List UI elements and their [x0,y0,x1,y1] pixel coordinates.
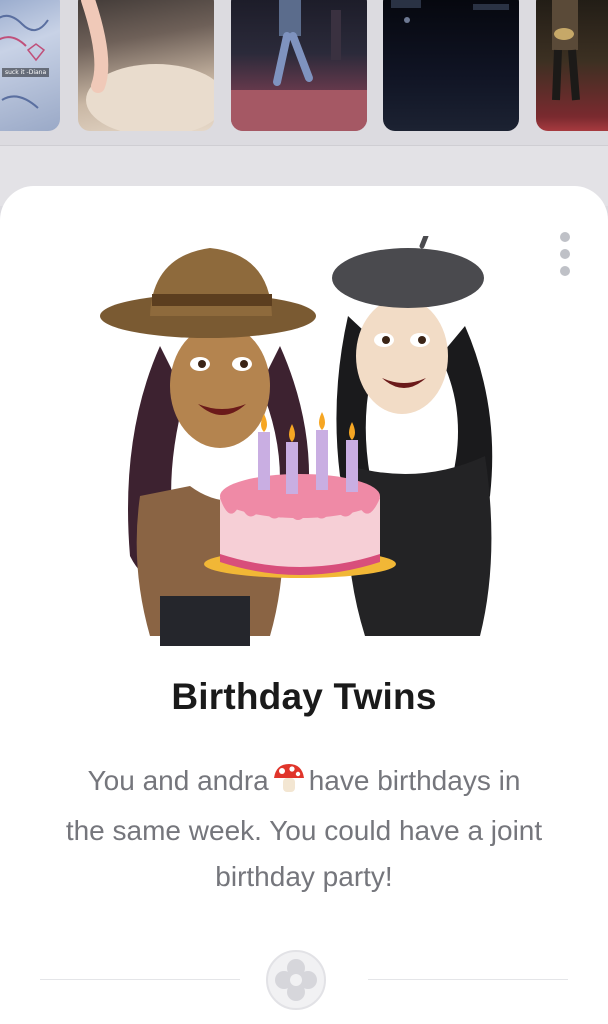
thumbnail-caption: suck it -Diana [2,68,50,77]
body-line-1-start: You and andra [87,765,269,796]
screen: suck it -Diana Birthday Twins You and an… [0,0,608,1024]
dark-stage-photo-icon [391,0,509,23]
card-body: You and andra have birthdays in the same … [20,758,588,900]
thumbnail-guitarist[interactable] [536,0,608,131]
body-line-3: birthday party! [215,861,393,892]
thumbnail-stage-performer[interactable] [231,0,367,131]
bitmoji-birthday-illustration [100,236,493,646]
thumbnail-strip: suck it -Diana [0,0,608,140]
body-line-1-end: have birthdays in [308,765,521,796]
menu-dot [560,266,570,276]
notebook-doodle-icon [0,14,49,109]
guitarist-photo-icon [552,0,580,101]
thumbnail-cat[interactable] [78,0,214,131]
card-title: Birthday Twins [171,676,437,717]
friendship-charm-icon [266,950,326,1010]
divider-right [368,979,568,980]
menu-dot [560,232,570,242]
birthday-card: Birthday Twins You and andra have birthda… [0,186,608,1024]
cat-photo-icon [81,0,214,131]
thumbnail-notebook[interactable]: suck it -Diana [0,0,60,131]
body-line-2: the same week. You could have a joint [65,815,543,846]
menu-dot [560,249,570,259]
divider-left [40,979,240,980]
mushroom-emoji-icon [272,762,306,808]
thumbnail-dark-stage[interactable] [383,0,519,131]
more-vertical-icon[interactable] [558,232,572,276]
performer-photo-icon [231,0,367,131]
